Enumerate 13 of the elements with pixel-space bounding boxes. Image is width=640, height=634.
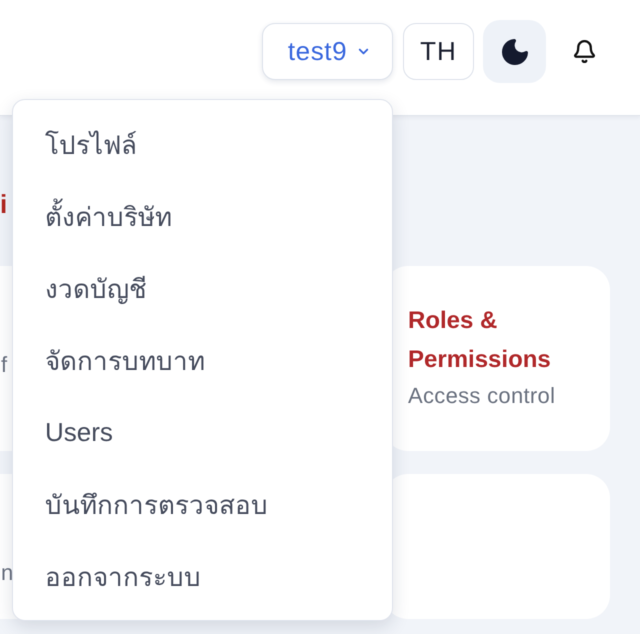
user-menu-button[interactable]: test9 xyxy=(262,23,393,80)
card-title: Roles & Permissions xyxy=(408,306,552,375)
menu-item[interactable]: ออกจากระบบ xyxy=(13,540,392,612)
card-description: Access control xyxy=(408,383,556,409)
menu-item[interactable]: โปรไฟล์ xyxy=(13,108,392,180)
menu-item[interactable]: บันทึกการตรวจสอบ xyxy=(13,468,392,540)
card-description: f xyxy=(1,352,8,378)
section-heading: i xyxy=(0,189,8,219)
language-button[interactable]: TH xyxy=(403,23,474,80)
theme-toggle-button[interactable] xyxy=(483,20,546,83)
menu-item[interactable]: ตั้งค่าบริษัท xyxy=(13,180,392,252)
bell-icon xyxy=(572,39,596,64)
card-description: n xyxy=(1,560,14,586)
